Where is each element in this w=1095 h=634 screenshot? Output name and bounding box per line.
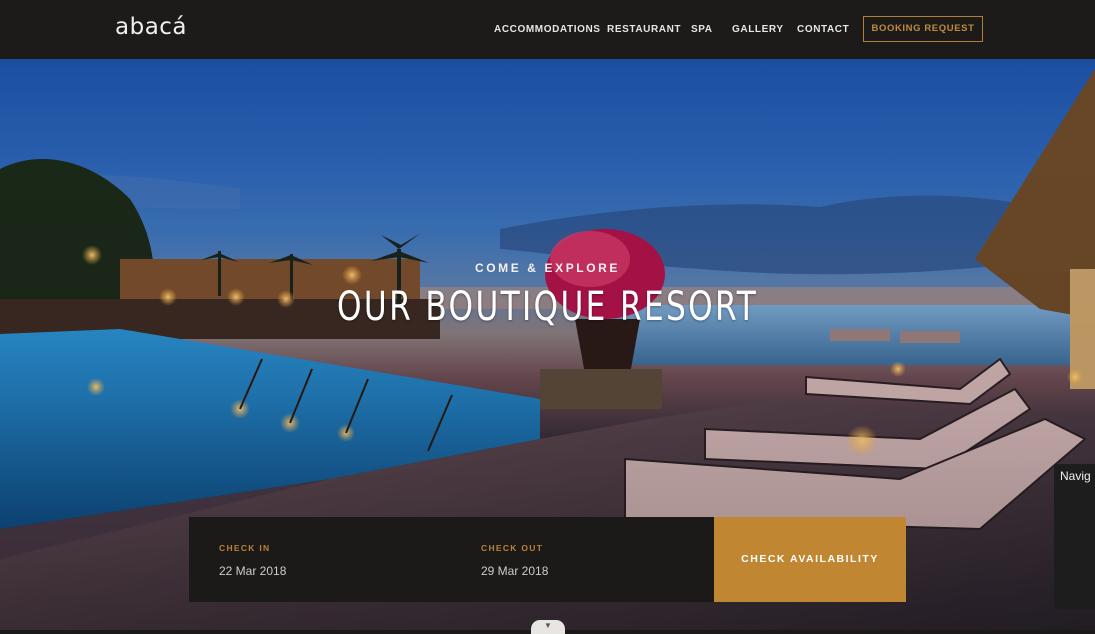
hero-eyebrow: COME & EXPLORE [474, 261, 621, 275]
scroll-down-button[interactable]: ▼ [531, 620, 565, 634]
check-in-field[interactable]: CHECK IN 22 Mar 2018 [219, 517, 449, 602]
booking-widget: CHECK IN 22 Mar 2018 CHECK OUT 29 Mar 20… [189, 517, 906, 602]
chevron-down-icon: ▼ [544, 621, 552, 630]
hero-title: OUR BOUTIQUE RESORT [336, 284, 759, 330]
nav-item-gallery[interactable]: GALLERY [732, 24, 784, 35]
nav-item-restaurant[interactable]: RESTAURANT [607, 24, 681, 35]
navigation-side-panel[interactable]: Navig [1054, 464, 1095, 609]
nav-item-spa[interactable]: SPA [691, 24, 713, 35]
check-out-label: CHECK OUT [481, 543, 544, 553]
nav-item-accommodations[interactable]: ACCOMMODATIONS [494, 24, 601, 35]
booking-request-button[interactable]: BOOKING REQUEST [863, 16, 983, 42]
check-out-value[interactable]: 29 Mar 2018 [481, 564, 548, 578]
check-in-label: CHECK IN [219, 543, 271, 553]
brand-logo[interactable]: abacá [115, 14, 187, 40]
check-out-field[interactable]: CHECK OUT 29 Mar 2018 [481, 517, 711, 602]
top-navigation-bar: abacá ACCOMMODATIONS RESTAURANT SPA GALL… [0, 0, 1095, 59]
nav-item-contact[interactable]: CONTACT [797, 24, 849, 35]
check-in-value[interactable]: 22 Mar 2018 [219, 564, 286, 578]
check-availability-button[interactable]: CHECK AVAILABILITY [714, 517, 906, 602]
side-panel-label: Navig [1060, 469, 1091, 483]
